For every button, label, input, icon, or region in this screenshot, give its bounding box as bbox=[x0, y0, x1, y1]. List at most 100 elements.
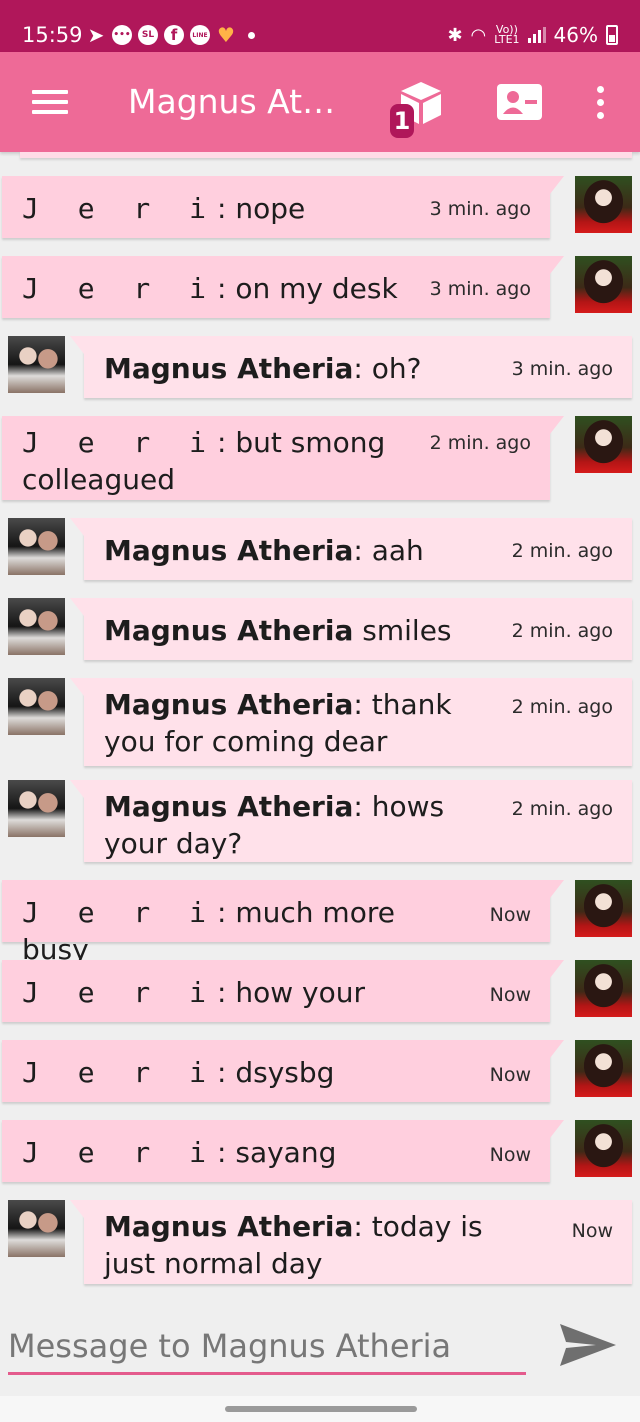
sender-name: Magnus Atheria bbox=[104, 1210, 354, 1243]
sender-name: Magnus Atheria bbox=[104, 614, 354, 647]
message-time: 2 min. ago bbox=[511, 540, 613, 562]
message-body: smiles bbox=[362, 614, 452, 647]
line-icon: LINE bbox=[190, 25, 210, 45]
sender-name: Magnus Atheria bbox=[104, 790, 354, 823]
message-item: Magnus Atheria: today is just normal day… bbox=[0, 1200, 640, 1300]
message-item: J e r i: dsysbg Now bbox=[0, 1040, 640, 1110]
message-time: Now bbox=[571, 1220, 613, 1242]
signal-icon bbox=[527, 27, 546, 43]
message-body: sayang bbox=[235, 1136, 337, 1169]
sender-name: J e r i bbox=[22, 1056, 218, 1089]
message-text: Magnus Atheria: aah bbox=[104, 532, 509, 569]
more-notifications-dot bbox=[248, 31, 255, 39]
message-text: J e r i: much more busy bbox=[22, 894, 442, 968]
sender-name: J e r i bbox=[22, 1136, 218, 1169]
jeri-avatar[interactable] bbox=[575, 416, 632, 473]
message-item: Magnus Atheria: hows your day? 2 min. ag… bbox=[0, 780, 640, 880]
message-time: Now bbox=[489, 904, 531, 926]
message-item: Magnus Atheria smiles 2 min. ago bbox=[0, 598, 640, 668]
sl-icon: SL bbox=[138, 25, 158, 45]
magnus-avatar[interactable] bbox=[8, 598, 65, 655]
message-time: Now bbox=[489, 1064, 531, 1086]
sender-name: Magnus Atheria bbox=[104, 534, 354, 567]
message-time: Now bbox=[489, 1144, 531, 1166]
sender-name: J e r i bbox=[22, 896, 218, 929]
previous-message-edge bbox=[20, 152, 632, 158]
profile-card-icon[interactable] bbox=[497, 84, 542, 120]
magnus-avatar[interactable] bbox=[8, 780, 65, 837]
volte-indicator: Vo)) LTE1 bbox=[494, 24, 520, 46]
message-item: J e r i: much more busy Now bbox=[0, 880, 640, 966]
magnus-avatar[interactable] bbox=[8, 518, 65, 575]
status-bar: 15:59 ➤ ••• SL f LINE ♥ ✱ ◠ Vo)) LTE1 46% bbox=[0, 0, 640, 52]
message-text: Magnus Atheria: today is just normal day bbox=[104, 1208, 509, 1282]
jeri-avatar[interactable] bbox=[575, 1040, 632, 1097]
message-text: Magnus Atheria smiles bbox=[104, 612, 509, 649]
sender-name: J e r i bbox=[22, 272, 218, 305]
message-time: 2 min. ago bbox=[511, 696, 613, 718]
message-item: Magnus Atheria: oh? 3 min. ago bbox=[0, 336, 640, 406]
message-text: J e r i: but smong colleagued bbox=[22, 424, 442, 498]
telegram-icon: ➤ bbox=[87, 23, 105, 47]
facebook-icon: f bbox=[164, 25, 184, 45]
name-separator: : bbox=[217, 192, 236, 225]
line-icon-label: LINE bbox=[192, 31, 208, 39]
message-text: Magnus Atheria: thank you for coming dea… bbox=[104, 686, 509, 760]
message-text: J e r i: dsysbg bbox=[22, 1054, 442, 1091]
volte-label-2: LTE1 bbox=[494, 33, 520, 46]
jeri-avatar[interactable] bbox=[575, 960, 632, 1017]
more-options-icon[interactable] bbox=[590, 86, 612, 120]
message-time: 3 min. ago bbox=[429, 278, 531, 300]
message-input[interactable] bbox=[8, 1320, 526, 1375]
sender-name: Magnus Atheria bbox=[104, 688, 354, 721]
message-item: J e r i: nope 3 min. ago bbox=[0, 176, 640, 246]
message-text: Magnus Atheria: hows your day? bbox=[104, 788, 509, 862]
message-time: 2 min. ago bbox=[511, 620, 613, 642]
bluetooth-icon: ✱ bbox=[447, 24, 463, 46]
message-text: J e r i: sayang bbox=[22, 1134, 442, 1171]
magnus-avatar[interactable] bbox=[8, 678, 65, 735]
sender-name: J e r i bbox=[22, 976, 218, 1009]
menu-icon[interactable] bbox=[32, 90, 68, 114]
magnus-avatar[interactable] bbox=[8, 336, 65, 393]
system-icons: ✱ ◠ Vo)) LTE1 46% bbox=[447, 22, 618, 48]
message-body: on my desk bbox=[235, 272, 398, 305]
wifi-icon: ◠ bbox=[470, 24, 487, 46]
inventory-badge: 1 bbox=[390, 104, 414, 138]
system-nav-bar bbox=[0, 1396, 640, 1422]
message-text: J e r i: nope bbox=[22, 190, 442, 227]
message-item: J e r i: how your Now bbox=[0, 960, 640, 1030]
name-separator: : bbox=[217, 976, 236, 1009]
message-item: Magnus Atheria: aah 2 min. ago bbox=[0, 518, 640, 588]
jeri-avatar[interactable] bbox=[575, 256, 632, 313]
send-icon[interactable] bbox=[558, 1320, 618, 1370]
sender-name: J e r i bbox=[22, 426, 218, 459]
magnus-avatar[interactable] bbox=[8, 1200, 65, 1257]
message-item: J e r i: but smong colleagued 2 min. ago bbox=[0, 416, 640, 516]
conversation-title[interactable]: Magnus Ath... bbox=[128, 80, 353, 124]
message-time: 2 min. ago bbox=[511, 798, 613, 820]
message-time: 3 min. ago bbox=[511, 358, 613, 380]
jeri-avatar[interactable] bbox=[575, 176, 632, 233]
sender-name: J e r i bbox=[22, 192, 218, 225]
heart-icon: ♥ bbox=[217, 23, 235, 47]
name-separator: : bbox=[217, 896, 236, 929]
message-body: aah bbox=[371, 534, 424, 567]
message-text: J e r i: how your bbox=[22, 974, 442, 1011]
name-separator: : bbox=[217, 1056, 236, 1089]
jeri-avatar[interactable] bbox=[575, 1120, 632, 1177]
message-time: 2 min. ago bbox=[429, 432, 531, 454]
message-body: how your bbox=[235, 976, 365, 1009]
status-time: 15:59 bbox=[22, 23, 83, 47]
message-body: nope bbox=[235, 192, 306, 225]
home-gesture-handle[interactable] bbox=[225, 1406, 417, 1412]
name-separator: : bbox=[217, 426, 236, 459]
name-separator: : bbox=[353, 688, 372, 721]
message-item: J e r i: on my desk 3 min. ago bbox=[0, 256, 640, 326]
name-separator: : bbox=[353, 534, 372, 567]
message-composer bbox=[0, 1300, 640, 1396]
message-body: dsysbg bbox=[235, 1056, 335, 1089]
jeri-avatar[interactable] bbox=[575, 880, 632, 937]
message-item: J e r i: sayang Now bbox=[0, 1120, 640, 1190]
message-list[interactable]: J e r i: nope 3 min. ago J e r i: on my … bbox=[0, 152, 640, 1300]
